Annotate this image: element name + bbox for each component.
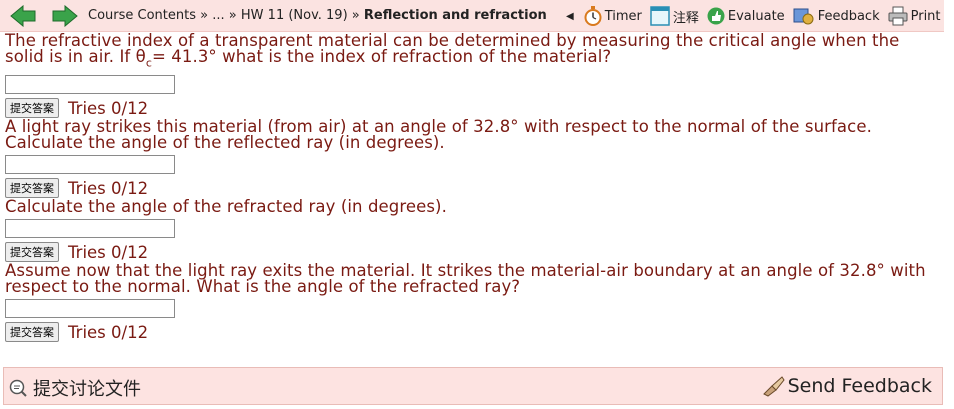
breadcrumb: Course Contents » ... » HW 11 (Nov. 19) … (88, 8, 547, 23)
timer-button[interactable]: Timer (584, 6, 642, 26)
question-1-text: The refractive index of a transparent ma… (5, 31, 900, 70)
breadcrumb-separator: » (228, 8, 237, 23)
tries-counter-4: Tries 0/12 (68, 322, 149, 342)
breadcrumb-hw11[interactable]: HW 11 (Nov. 19) (241, 8, 348, 23)
thumbs-up-icon (707, 7, 725, 25)
back-arrow-icon[interactable] (10, 5, 36, 27)
feedback-label: Feedback (817, 8, 880, 24)
answer-3-input[interactable] (5, 219, 175, 239)
send-feedback-label: Send Feedback (787, 375, 932, 397)
stopwatch-icon (584, 6, 602, 26)
breadcrumb-ellipsis[interactable]: ... (212, 8, 224, 23)
footer-bar: 提交讨论文件 Send Feedback (3, 367, 943, 405)
print-label: Print (910, 8, 941, 24)
discussion-link[interactable]: 提交讨论文件 (8, 375, 141, 401)
notes-icon (650, 6, 670, 26)
answer-2-input[interactable] (5, 155, 175, 175)
answer-4-input[interactable] (5, 299, 175, 319)
question-2-text: A light ray strikes this material (from … (5, 117, 872, 153)
notes-label: 注释 (672, 10, 699, 26)
send-feedback-icon (762, 376, 785, 397)
submit-answer-2-button[interactable]: 提交答案 (5, 178, 59, 199)
tries-counter-3: Tries 0/12 (68, 242, 149, 262)
tries-counter-2: Tries 0/12 (68, 178, 149, 198)
problem-content: The refractive index of a transparent ma… (5, 31, 940, 343)
submit-row-1: 提交答案 Tries 0/12 (5, 97, 940, 119)
answer-1-input[interactable] (5, 75, 175, 95)
breadcrumb-separator: » (200, 8, 209, 23)
breadcrumb-course-contents[interactable]: Course Contents (88, 8, 196, 23)
printer-icon (888, 6, 908, 26)
evaluate-button[interactable]: Evaluate (707, 6, 785, 26)
navigation-bar: Course Contents » ... » HW 11 (Nov. 19) … (0, 0, 944, 32)
submit-answer-3-button[interactable]: 提交答案 (5, 242, 59, 263)
submit-row-4: 提交答案 Tries 0/12 (5, 321, 940, 343)
submit-answer-1-button[interactable]: 提交答案 (5, 98, 59, 119)
tries-counter-1: Tries 0/12 (68, 98, 149, 118)
submit-answer-4-button[interactable]: 提交答案 (5, 322, 59, 343)
question-4-text: Assume now that the light ray exits the … (5, 261, 926, 297)
magnifier-chat-icon (9, 379, 27, 397)
question-3-text: Calculate the angle of the refracted ray… (5, 197, 447, 217)
submit-row-3: 提交答案 Tries 0/12 (5, 241, 940, 263)
breadcrumb-separator: » (351, 8, 360, 23)
feedback-button[interactable]: Feedback (793, 6, 880, 26)
send-feedback-link[interactable]: Send Feedback (762, 374, 932, 398)
evaluate-label: Evaluate (727, 8, 785, 24)
timer-label: Timer (604, 8, 642, 24)
print-button[interactable]: Print (888, 6, 941, 26)
toolbar: ◀ Timer 注释 Evaluate Feedback Print (566, 6, 949, 26)
discussion-label: 提交讨论文件 (33, 379, 141, 400)
feedback-icon (793, 8, 814, 25)
breadcrumb-current: Reflection and refraction (363, 8, 547, 23)
collapse-left-icon[interactable]: ◀ (566, 11, 574, 22)
submit-row-2: 提交答案 Tries 0/12 (5, 177, 940, 199)
notes-button[interactable]: 注释 (650, 6, 699, 26)
forward-arrow-icon[interactable] (52, 5, 78, 27)
